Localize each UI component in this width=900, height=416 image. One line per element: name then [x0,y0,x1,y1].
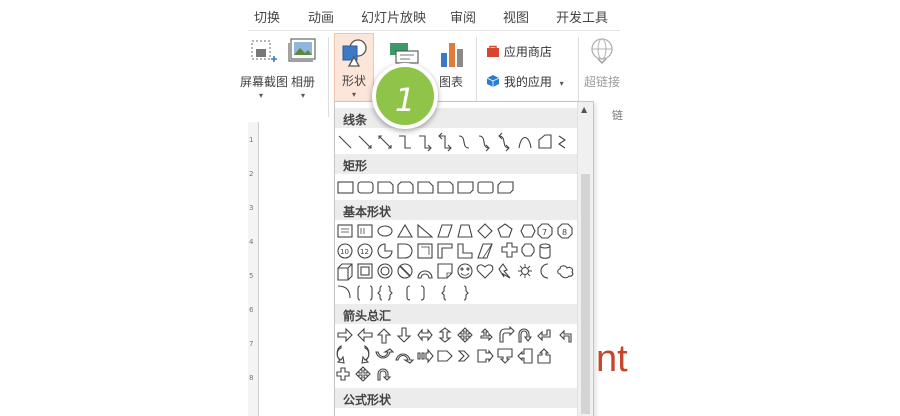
my-apps-label: 我的应用 [503,75,552,89]
section-title-block-arrows: 箭头总汇 [343,309,392,323]
tab-animations[interactable]: 动画 [308,7,334,26]
tab-view[interactable]: 视图 [503,7,529,26]
bar-chart-icon [441,43,463,67]
step-number-badge: 1 [372,63,438,129]
ruler-number: 1 [249,136,254,144]
globe-link-icon [591,38,613,64]
app-cube-icon [486,75,500,87]
section-title-equation-shapes: 公式形状 [343,393,392,407]
hyperlink-button[interactable]: 超链接 [582,35,622,103]
screenshot-icon [251,40,277,62]
my-apps-button[interactable]: 我的应用 ▾ [486,73,564,90]
section-title-basic-shapes: 基本形状 [343,205,392,219]
screenshot-caret: ▾ [258,91,263,100]
photo-album-button[interactable]: 相册 ▾ [286,35,320,103]
tab-review[interactable]: 审阅 [450,7,476,26]
hyperlink-label: 超链接 [583,75,620,89]
basic-shapes-grid[interactable]: 7 8 10 12 [335,222,577,302]
ruler-number: 5 [249,272,254,280]
section-title-rectangles: 矩形 [343,159,368,173]
svg-text:8: 8 [562,228,567,237]
gallery-section-basic-shapes: 基本形状 [335,200,577,220]
ribbon-tab-bar: 切换 动画 幻灯片放映 审阅 视图 开发工具 [248,0,620,30]
gallery-section-lines: 线条 [335,108,577,128]
shapes-caret: ▾ [351,90,356,99]
svg-text:10: 10 [340,248,349,256]
photo-album-icon [288,38,316,62]
svg-text:12: 12 [360,248,369,256]
ruler-number: 4 [249,238,254,246]
screenshot-label: 屏幕截图 [240,75,289,89]
group-edge-label: 链 [612,109,623,122]
rectangles-shape-row[interactable] [335,178,577,198]
gallery-section-equation-shapes: 公式形状 [335,388,577,408]
section-title-lines: 线条 [343,113,368,127]
gallery-section-rectangles: 矩形 [335,154,577,174]
shapes-label: 形状 [341,74,366,88]
scroll-thumb[interactable] [581,174,590,414]
ruler-number: 3 [249,204,254,212]
tab-slideshow[interactable]: 幻灯片放映 [361,7,426,26]
group-divider [328,37,329,117]
photo-album-caret: ▾ [300,91,305,100]
store-label: 应用商店 [503,45,552,59]
photo-album-label: 相册 [290,75,315,89]
tab-transitions[interactable]: 切换 [254,7,280,26]
gallery-section-block-arrows: 箭头总汇 [335,304,577,324]
screenshot-button[interactable]: 屏幕截图 ▾ [240,35,289,103]
store-bag-icon [487,45,499,57]
chart-label: 图表 [438,75,463,89]
powerpoint-window: 切换 动画 幻灯片放映 审阅 视图 开发工具 屏幕截图 ▾ 相册 ▾ 形状 ▾ … [0,0,900,416]
svg-text:7: 7 [542,228,547,237]
shapes-gallery-dropdown: 线条 矩形 基本形状 7 8 10 12 箭头总汇 公式形状 ▲ [334,101,594,416]
ruler-number: 6 [249,306,254,314]
my-apps-caret: ▾ [559,79,564,88]
gallery-scrollbar[interactable]: ▲ [577,102,593,416]
scroll-up-arrow-icon[interactable]: ▲ [581,105,587,114]
store-button[interactable]: 应用商店 [486,43,552,60]
shapes-icon [342,39,367,67]
slide-title-text: nt [596,338,628,380]
lines-shape-row[interactable] [335,132,577,152]
tab-developer[interactable]: 开发工具 [556,7,608,26]
shapes-button[interactable]: 形状 ▾ [334,33,374,105]
ruler-number: 8 [249,374,254,382]
ruler-number: 2 [249,170,254,178]
chart-button[interactable]: 图表 [434,35,468,103]
block-arrows-grid[interactable] [335,326,577,386]
vertical-ruler: 1 2 3 4 5 6 7 8 [248,122,259,416]
ruler-number: 7 [249,340,254,348]
